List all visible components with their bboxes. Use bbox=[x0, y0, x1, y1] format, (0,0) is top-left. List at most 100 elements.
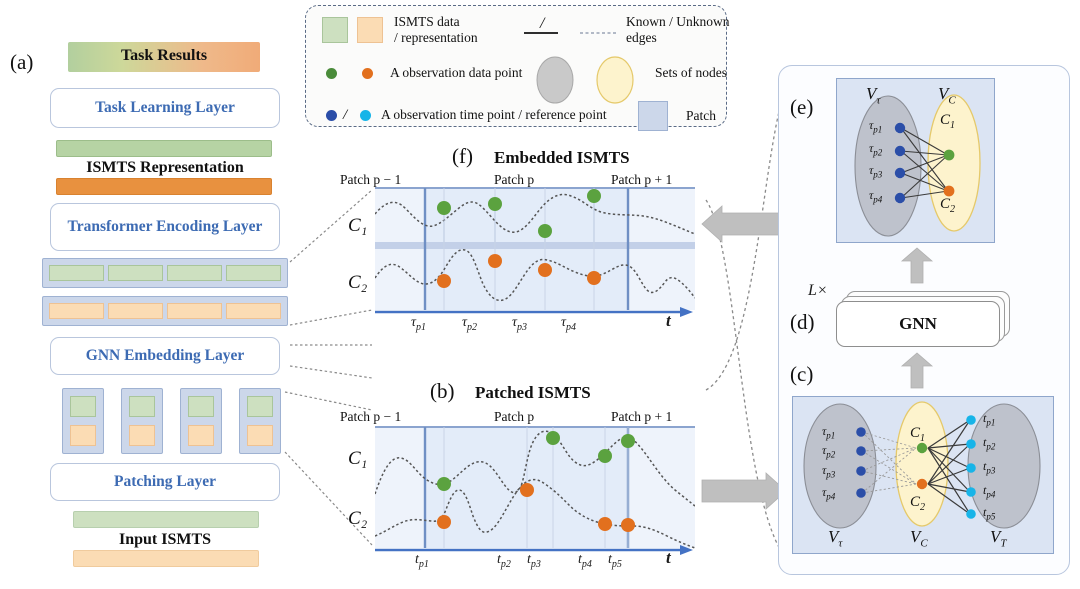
legend-edge-separator: / bbox=[540, 15, 545, 32]
transformer-encoding-layer[interactable]: Transformer Encoding Layer bbox=[50, 203, 280, 251]
legend-timepoint-separator: / bbox=[343, 107, 348, 123]
task-results-label: Task Results bbox=[120, 47, 208, 64]
node-c-tau-p3 bbox=[856, 466, 866, 476]
node-c-t-p3 bbox=[966, 463, 976, 473]
node-c-tau-p4 bbox=[856, 488, 866, 498]
legend-dot-orange bbox=[362, 68, 373, 79]
data-point-f-c1 bbox=[488, 197, 502, 211]
node-label-e-tau-p2: τp2 bbox=[869, 141, 883, 158]
panel-label-b: (b) bbox=[430, 379, 455, 403]
task-learning-layer[interactable]: Task Learning Layer bbox=[50, 88, 280, 128]
legend-edges-line1: Known / Unknown bbox=[626, 14, 730, 29]
legend-label-sets-of-nodes: Sets of nodes bbox=[655, 65, 727, 80]
chart-plot-b bbox=[375, 426, 695, 549]
legend-edges-line2: edges bbox=[626, 30, 657, 46]
input-ismts-green-bar bbox=[73, 511, 259, 528]
node-label-e-tau-p3: τp3 bbox=[869, 163, 883, 180]
legend-edge-icon bbox=[524, 32, 616, 34]
data-point-f-c2 bbox=[437, 274, 451, 288]
node-c1 bbox=[943, 149, 955, 161]
legend-swatch-green bbox=[322, 17, 348, 43]
chart-title-f: Embedded ISMTS bbox=[494, 148, 630, 167]
node-label-c-t-p4: tp4 bbox=[983, 483, 996, 500]
legend-label-observation-time-point: A observation time point / reference poi… bbox=[381, 107, 607, 122]
arrow-up-to-e bbox=[900, 247, 934, 284]
data-point-b-c1 bbox=[598, 449, 612, 463]
tick-label-f-4: τp4 bbox=[561, 315, 577, 333]
legend-swatch-orange bbox=[357, 17, 383, 43]
gnn-embedding-layer[interactable]: GNN Embedding Layer bbox=[50, 337, 280, 375]
panel-e-graph bbox=[854, 94, 981, 237]
ismts-representation-label: ISMTS Representation bbox=[86, 159, 244, 176]
node-c-tau-p2 bbox=[856, 446, 866, 456]
series-label-b-c1: C₁ bbox=[348, 448, 368, 469]
set-label-c-v-c: VC bbox=[910, 527, 928, 550]
patch-cell-green bbox=[128, 396, 156, 418]
data-point-f-c1 bbox=[587, 189, 601, 203]
patch-cell-orange bbox=[69, 424, 97, 446]
patch-cell-orange bbox=[128, 424, 156, 446]
node-label-c-tau-p4: τp4 bbox=[822, 485, 836, 502]
data-point-f-c1 bbox=[437, 201, 451, 215]
tick-label-b-5: tp5 bbox=[608, 552, 622, 570]
series-label-f-c2: C₂ bbox=[348, 272, 368, 293]
legend-label-edges: Known / Unknown edges bbox=[626, 14, 730, 47]
set-label-c-v-t: VT bbox=[990, 527, 1007, 550]
node-label-c-tau-p3: τp3 bbox=[822, 463, 836, 480]
legend-ismts-line1: ISMTS data bbox=[394, 14, 460, 29]
chart-title-b: Patched ISMTS bbox=[475, 383, 591, 402]
node-tau-p4 bbox=[894, 192, 906, 204]
data-point-b-c1 bbox=[621, 434, 635, 448]
legend-label-observation-data-point: A observation data point bbox=[390, 65, 523, 80]
node-label-c-tau-p1: τp1 bbox=[822, 424, 836, 441]
token-cell-green bbox=[226, 265, 281, 281]
chart-plot-f bbox=[375, 187, 695, 310]
data-point-f-c2 bbox=[587, 271, 601, 285]
node-label-c-t-p5: tp5 bbox=[983, 505, 996, 522]
set-label-c-v-tau: Vτ bbox=[828, 527, 843, 550]
node-label-c-t-p3: tp3 bbox=[983, 459, 996, 476]
patch-cell-green bbox=[69, 396, 97, 418]
token-cell-green bbox=[108, 265, 163, 281]
data-point-b-c2 bbox=[437, 515, 451, 529]
token-cell-orange bbox=[167, 303, 222, 319]
data-point-f-c1 bbox=[538, 224, 552, 238]
node-c-tau-p1 bbox=[856, 427, 866, 437]
node-c-c1 bbox=[916, 442, 928, 454]
token-cell-orange bbox=[49, 303, 104, 319]
legend-sets-of-nodes-icon bbox=[536, 56, 634, 104]
legend-dot-blue bbox=[326, 110, 337, 121]
node-label-c-t-p1: tp1 bbox=[983, 411, 996, 428]
patch-label-b-next: Patch p + 1 bbox=[611, 409, 673, 424]
panel-label-e: (e) bbox=[790, 95, 814, 119]
node-tau-p1 bbox=[894, 122, 906, 134]
panel-label-d: (d) bbox=[790, 310, 815, 334]
ismts-representation-green-bar bbox=[56, 140, 272, 157]
node-tau-p3 bbox=[894, 167, 906, 179]
set-label-e-v-tau: Vτ bbox=[866, 84, 881, 107]
tick-label-f-3: τp3 bbox=[512, 315, 528, 333]
input-ismts-label: Input ISMTS bbox=[118, 531, 212, 548]
patch-cell-orange bbox=[187, 424, 215, 446]
arrow-right-graph bbox=[701, 472, 787, 510]
patch-cell-green bbox=[246, 396, 274, 418]
gnn-block[interactable]: GNN bbox=[836, 301, 1000, 347]
series-label-b-c2: C₂ bbox=[348, 508, 368, 529]
node-tau-p2 bbox=[894, 145, 906, 157]
data-point-b-c2 bbox=[598, 517, 612, 531]
input-ismts-orange-bar bbox=[73, 550, 259, 567]
legend-label-ismts-data: ISMTS data / representation bbox=[394, 14, 478, 47]
patching-layer[interactable]: Patching Layer bbox=[50, 463, 280, 501]
token-cell-green bbox=[167, 265, 222, 281]
node-c-t-p5 bbox=[966, 509, 976, 519]
tick-label-b-3: tp3 bbox=[527, 552, 541, 570]
data-point-b-c1 bbox=[437, 477, 451, 491]
patch-cell-green bbox=[187, 396, 215, 418]
patch-box bbox=[180, 388, 222, 454]
arrow-up-to-d bbox=[900, 352, 934, 389]
node-c-t-p1 bbox=[966, 415, 976, 425]
node-label-c-t-p2: tp2 bbox=[983, 435, 996, 452]
patch-box bbox=[239, 388, 281, 454]
node-label-e-tau-p1: τp1 bbox=[869, 118, 883, 135]
axis-label-b-t: t bbox=[666, 548, 671, 567]
